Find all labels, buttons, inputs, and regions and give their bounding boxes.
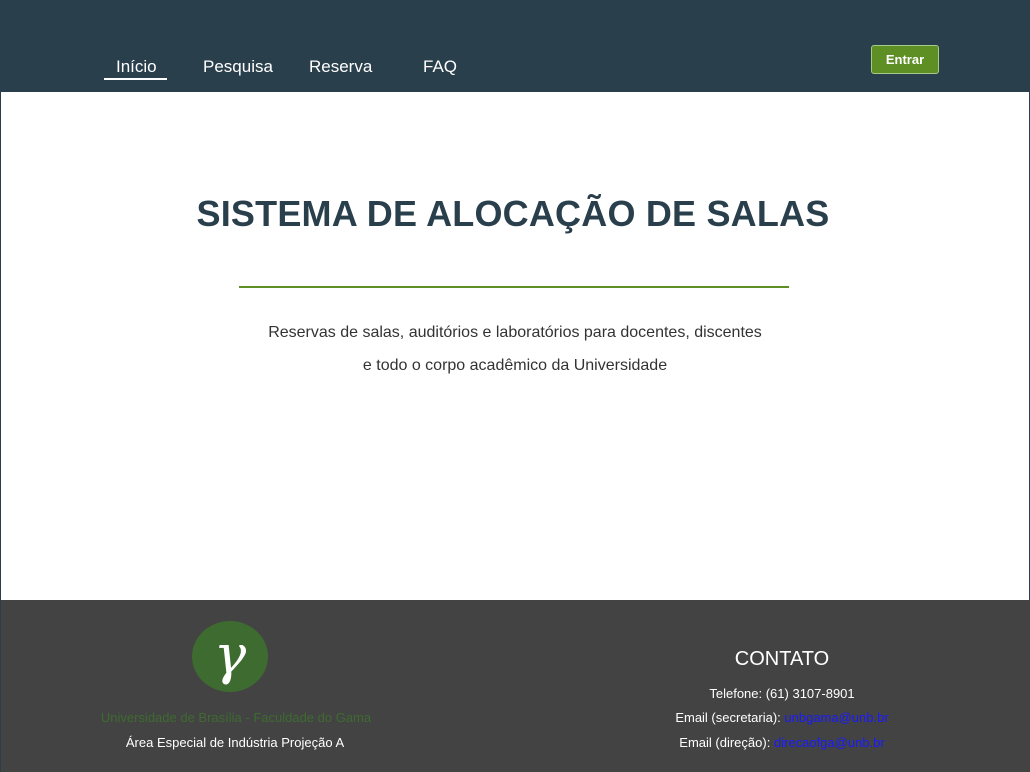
institution-name: Universidade de Brasília - Faculdade do … [100,710,372,725]
contact-email-secretaria: Email (secretaria): unbgama@unb.br [561,710,1003,726]
contact-phone: Telefone: (61) 3107-8901 [709,686,855,701]
nav-item-faq[interactable]: FAQ [423,57,457,77]
hero-description-line2: e todo o corpo acadêmico da Universidade [362,357,668,374]
nav-item-pesquisa[interactable]: Pesquisa [203,57,273,77]
gama-logo: γ [192,621,268,692]
contact-title: CONTATO [734,648,830,670]
login-button[interactable]: Entrar [871,45,939,74]
hero-description-line1: Reservas de salas, auditórios e laborató… [268,324,762,341]
email-secretaria-link[interactable]: unbgama@unb.br [784,710,888,725]
email-secretaria-label: Email (secretaria): [675,710,781,725]
nav-item-reserva[interactable]: Reserva [309,57,372,77]
nav-item-inicio[interactable]: Início [104,57,167,80]
title-divider [239,286,789,288]
institution-address: Área Especial de Indústria Projeção A [125,735,345,750]
top-navbar: Início Pesquisa Reserva FAQ Entrar [1,0,1030,92]
contact-email-direcao: Email (direção): direcaofga@unb.br [561,735,1003,751]
email-direcao-link[interactable]: direcaofga@unb.br [774,735,885,750]
page-title: SISTEMA DE ALOCAÇÃO DE SALAS [196,193,830,234]
email-direcao-label: Email (direção): [679,735,771,750]
gamma-logo-icon: γ [213,623,247,686]
